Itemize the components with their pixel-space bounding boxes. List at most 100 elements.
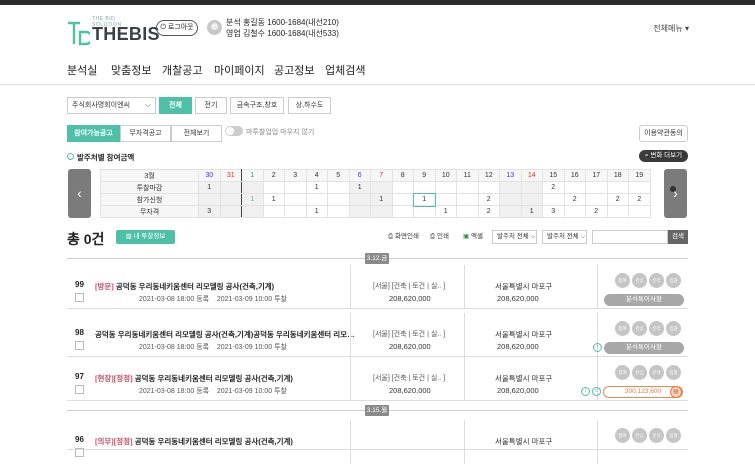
analysis-note-button[interactable]: 분석특이사항 xyxy=(604,294,684,306)
list-item[interactable]: 97 [현장][정정] 공덕동 우리동네키움센터 리모델링 공사(건축,기계) 20… xyxy=(67,357,688,401)
search-button[interactable]: 검색 xyxy=(668,230,688,244)
filter-metal-button[interactable]: 금속구조,창호 xyxy=(230,97,284,114)
copy-icon[interactable]: c xyxy=(592,387,601,396)
chevron-left-icon: ‹ xyxy=(77,185,82,201)
status-circle-icon[interactable]: 분석 xyxy=(649,365,664,380)
calendar-cell[interactable]: 1 xyxy=(241,193,264,206)
info-icon[interactable]: i xyxy=(581,387,590,396)
excel-label: 엑셀 xyxy=(470,233,483,240)
tab-unqualified[interactable]: 무자격공고 xyxy=(120,125,171,142)
status-circle-icon[interactable]: 입찰 xyxy=(666,428,681,443)
calendar-day: 30 xyxy=(198,169,221,182)
calendar-cell[interactable]: 2 xyxy=(563,193,586,206)
caret-down-icon: ▾ xyxy=(684,24,689,33)
calendar-cell xyxy=(520,193,543,206)
more-button[interactable]: ⌕ 변화 더보기 xyxy=(639,150,688,162)
row-checkbox[interactable] xyxy=(75,448,84,457)
client-dropdown-2[interactable]: 발주처 전체 ⌵ xyxy=(542,230,587,244)
status-circle-icon[interactable]: 관심 xyxy=(632,273,647,288)
status-circle-icon[interactable]: 입찰 xyxy=(666,365,681,380)
tab-all[interactable]: 전체보기 xyxy=(171,125,222,142)
nav-item-mypage[interactable]: 마이페이지 xyxy=(214,62,265,78)
filter-electric-button[interactable]: 전기 xyxy=(195,97,227,114)
status-circle-icon[interactable]: 분석 xyxy=(649,273,664,288)
calendar-cell[interactable]: 1 xyxy=(305,181,328,194)
notice-title[interactable]: [현장][정정] 공덕동 우리동네키움센터 리모델링 공사(건축,기계) xyxy=(95,373,293,384)
row-checkbox[interactable] xyxy=(75,293,84,302)
logout-button[interactable]: ⏻ 로그아웃 xyxy=(156,20,198,36)
printer-icon: ⎙ xyxy=(388,233,394,240)
notice-tag: [현장] xyxy=(95,374,114,383)
client-location: 서울특별시 마포구 xyxy=(495,437,553,446)
analysis-note-button[interactable]: 분석특이사항 xyxy=(604,342,684,354)
status-circle-icon[interactable]: 입찰 xyxy=(666,273,681,288)
calendar-prev-button[interactable]: ‹ xyxy=(68,169,91,218)
nav-item-notices[interactable]: 공고정보 xyxy=(274,62,314,78)
filter-water-button[interactable]: 상,하수도 xyxy=(288,97,331,114)
calendar-cell[interactable]: 1 xyxy=(262,193,285,206)
calendar-cell[interactable]: 3 xyxy=(198,205,221,218)
my-bid-info-button[interactable]: ▥ 내 투찰정보 xyxy=(116,230,175,244)
notice-category: [서울] [건축 | 토건 | 실.. ] xyxy=(373,283,446,290)
calendar-cell[interactable]: 2 xyxy=(606,193,629,206)
nav-item-analysis[interactable]: 분석실 xyxy=(67,62,97,78)
row-checkbox[interactable] xyxy=(75,385,84,394)
logo[interactable]: THE BID SOLUTION THEBIS xyxy=(66,16,160,46)
calendar-cell[interactable]: 2 xyxy=(628,193,651,206)
document-icon[interactable]: ▤ xyxy=(670,386,682,398)
filter-all-button[interactable]: 전체 xyxy=(159,97,192,114)
calendar-cell[interactable]: 2 xyxy=(477,193,500,206)
print-button[interactable]: ⎙ 인쇄 xyxy=(430,231,449,243)
search-input[interactable] xyxy=(592,230,668,244)
calendar-cell[interactable]: 2 xyxy=(477,205,500,218)
calendar-cell[interactable]: 2 xyxy=(585,205,608,218)
column-divider xyxy=(350,265,351,309)
calendar-cell[interactable]: 1 xyxy=(370,193,393,206)
print-screen-button[interactable]: ⎙ 화면인쇄 xyxy=(388,231,419,243)
row-checkbox[interactable] xyxy=(75,341,84,350)
nav-item-company-search[interactable]: 업체검색 xyxy=(325,62,365,78)
status-circle-icon[interactable]: 참여 xyxy=(615,321,630,336)
tab-available[interactable]: 참여가능공고 xyxy=(67,125,120,142)
notice-title[interactable]: [방문] 공덕동 우리동네키움센터 리모델링 공사(건축,기계) xyxy=(95,281,274,292)
all-menu-button[interactable]: 전체메뉴 ▾ xyxy=(653,23,689,34)
notice-dates: 2021-03-08 18:00 등록 2021-03-09 10:00 투찰 xyxy=(139,386,287,396)
column-divider xyxy=(464,357,465,401)
status-circle-icon[interactable]: 분석 xyxy=(649,321,664,336)
notice-title[interactable]: [의무][정정] 공덕동 우리동네키움센터 리모델링 공사(건축,기계) xyxy=(95,436,293,447)
info-icon[interactable]: i xyxy=(593,343,602,352)
status-circle-icon[interactable]: 참여 xyxy=(615,428,630,443)
hide-toggle[interactable] xyxy=(225,126,243,136)
calendar-cell[interactable]: 1 xyxy=(198,181,221,194)
calendar-next-button[interactable]: › xyxy=(664,169,687,218)
list-item[interactable]: 99 [방문] 공덕동 우리동네키움센터 리모델링 공사(건축,기계) 2021-0… xyxy=(67,265,688,309)
status-circle-icon[interactable]: 관심 xyxy=(632,365,647,380)
calendar-cell[interactable]: 1 xyxy=(412,192,436,207)
avatar xyxy=(207,20,222,35)
client-dropdown-1[interactable]: 발주처 전체 ⌵ xyxy=(492,230,537,244)
list-item[interactable]: 98 공덕동 우리동네키움센터 리모델링 공사(건축,기계)공덕동 우리동네키움… xyxy=(67,313,688,357)
calendar-day: 10 xyxy=(434,169,457,182)
main-nav: 분석실 맞춤정보 개찰공고 마이페이지 공고정보 업체검색 xyxy=(0,53,755,85)
estimated-amount: 208,620,000 xyxy=(497,386,539,395)
calendar-cell[interactable]: 1 xyxy=(305,205,328,218)
calendar-cell[interactable]: 3 xyxy=(542,205,565,218)
status-circle-icon[interactable]: 참여 xyxy=(615,273,630,288)
calendar-cell xyxy=(585,193,608,206)
nav-item-opening[interactable]: 개찰공고 xyxy=(162,62,202,78)
terms-button[interactable]: 이용약관동의 xyxy=(639,125,688,142)
notice-title[interactable]: 공덕동 우리동네키움센터 리모델링 공사(건축,기계)공덕동 우리동네키움센터 … xyxy=(95,329,355,340)
status-circle-icon[interactable]: 참여 xyxy=(615,365,630,380)
nav-item-custom-info[interactable]: 맞춤정보 xyxy=(111,62,151,78)
status-circle-icon[interactable]: 관심 xyxy=(632,428,647,443)
excel-button[interactable]: ▣ 엑셀 xyxy=(463,231,483,243)
client-location: 서울특별시 마포구 xyxy=(495,282,553,291)
status-circle-icon[interactable]: 분석 xyxy=(649,428,664,443)
status-circle-icon[interactable]: 관심 xyxy=(632,321,647,336)
status-circle-icon[interactable]: 입찰 xyxy=(666,321,681,336)
company-select[interactable]: 주식회사명회이엔씨 xyxy=(67,97,156,114)
calendar-cell[interactable]: 1 xyxy=(348,181,371,194)
calendar-cell[interactable]: 2 xyxy=(542,181,565,194)
calendar-cell[interactable]: 1 xyxy=(434,205,457,218)
calendar-cell[interactable]: 1 xyxy=(520,205,543,218)
